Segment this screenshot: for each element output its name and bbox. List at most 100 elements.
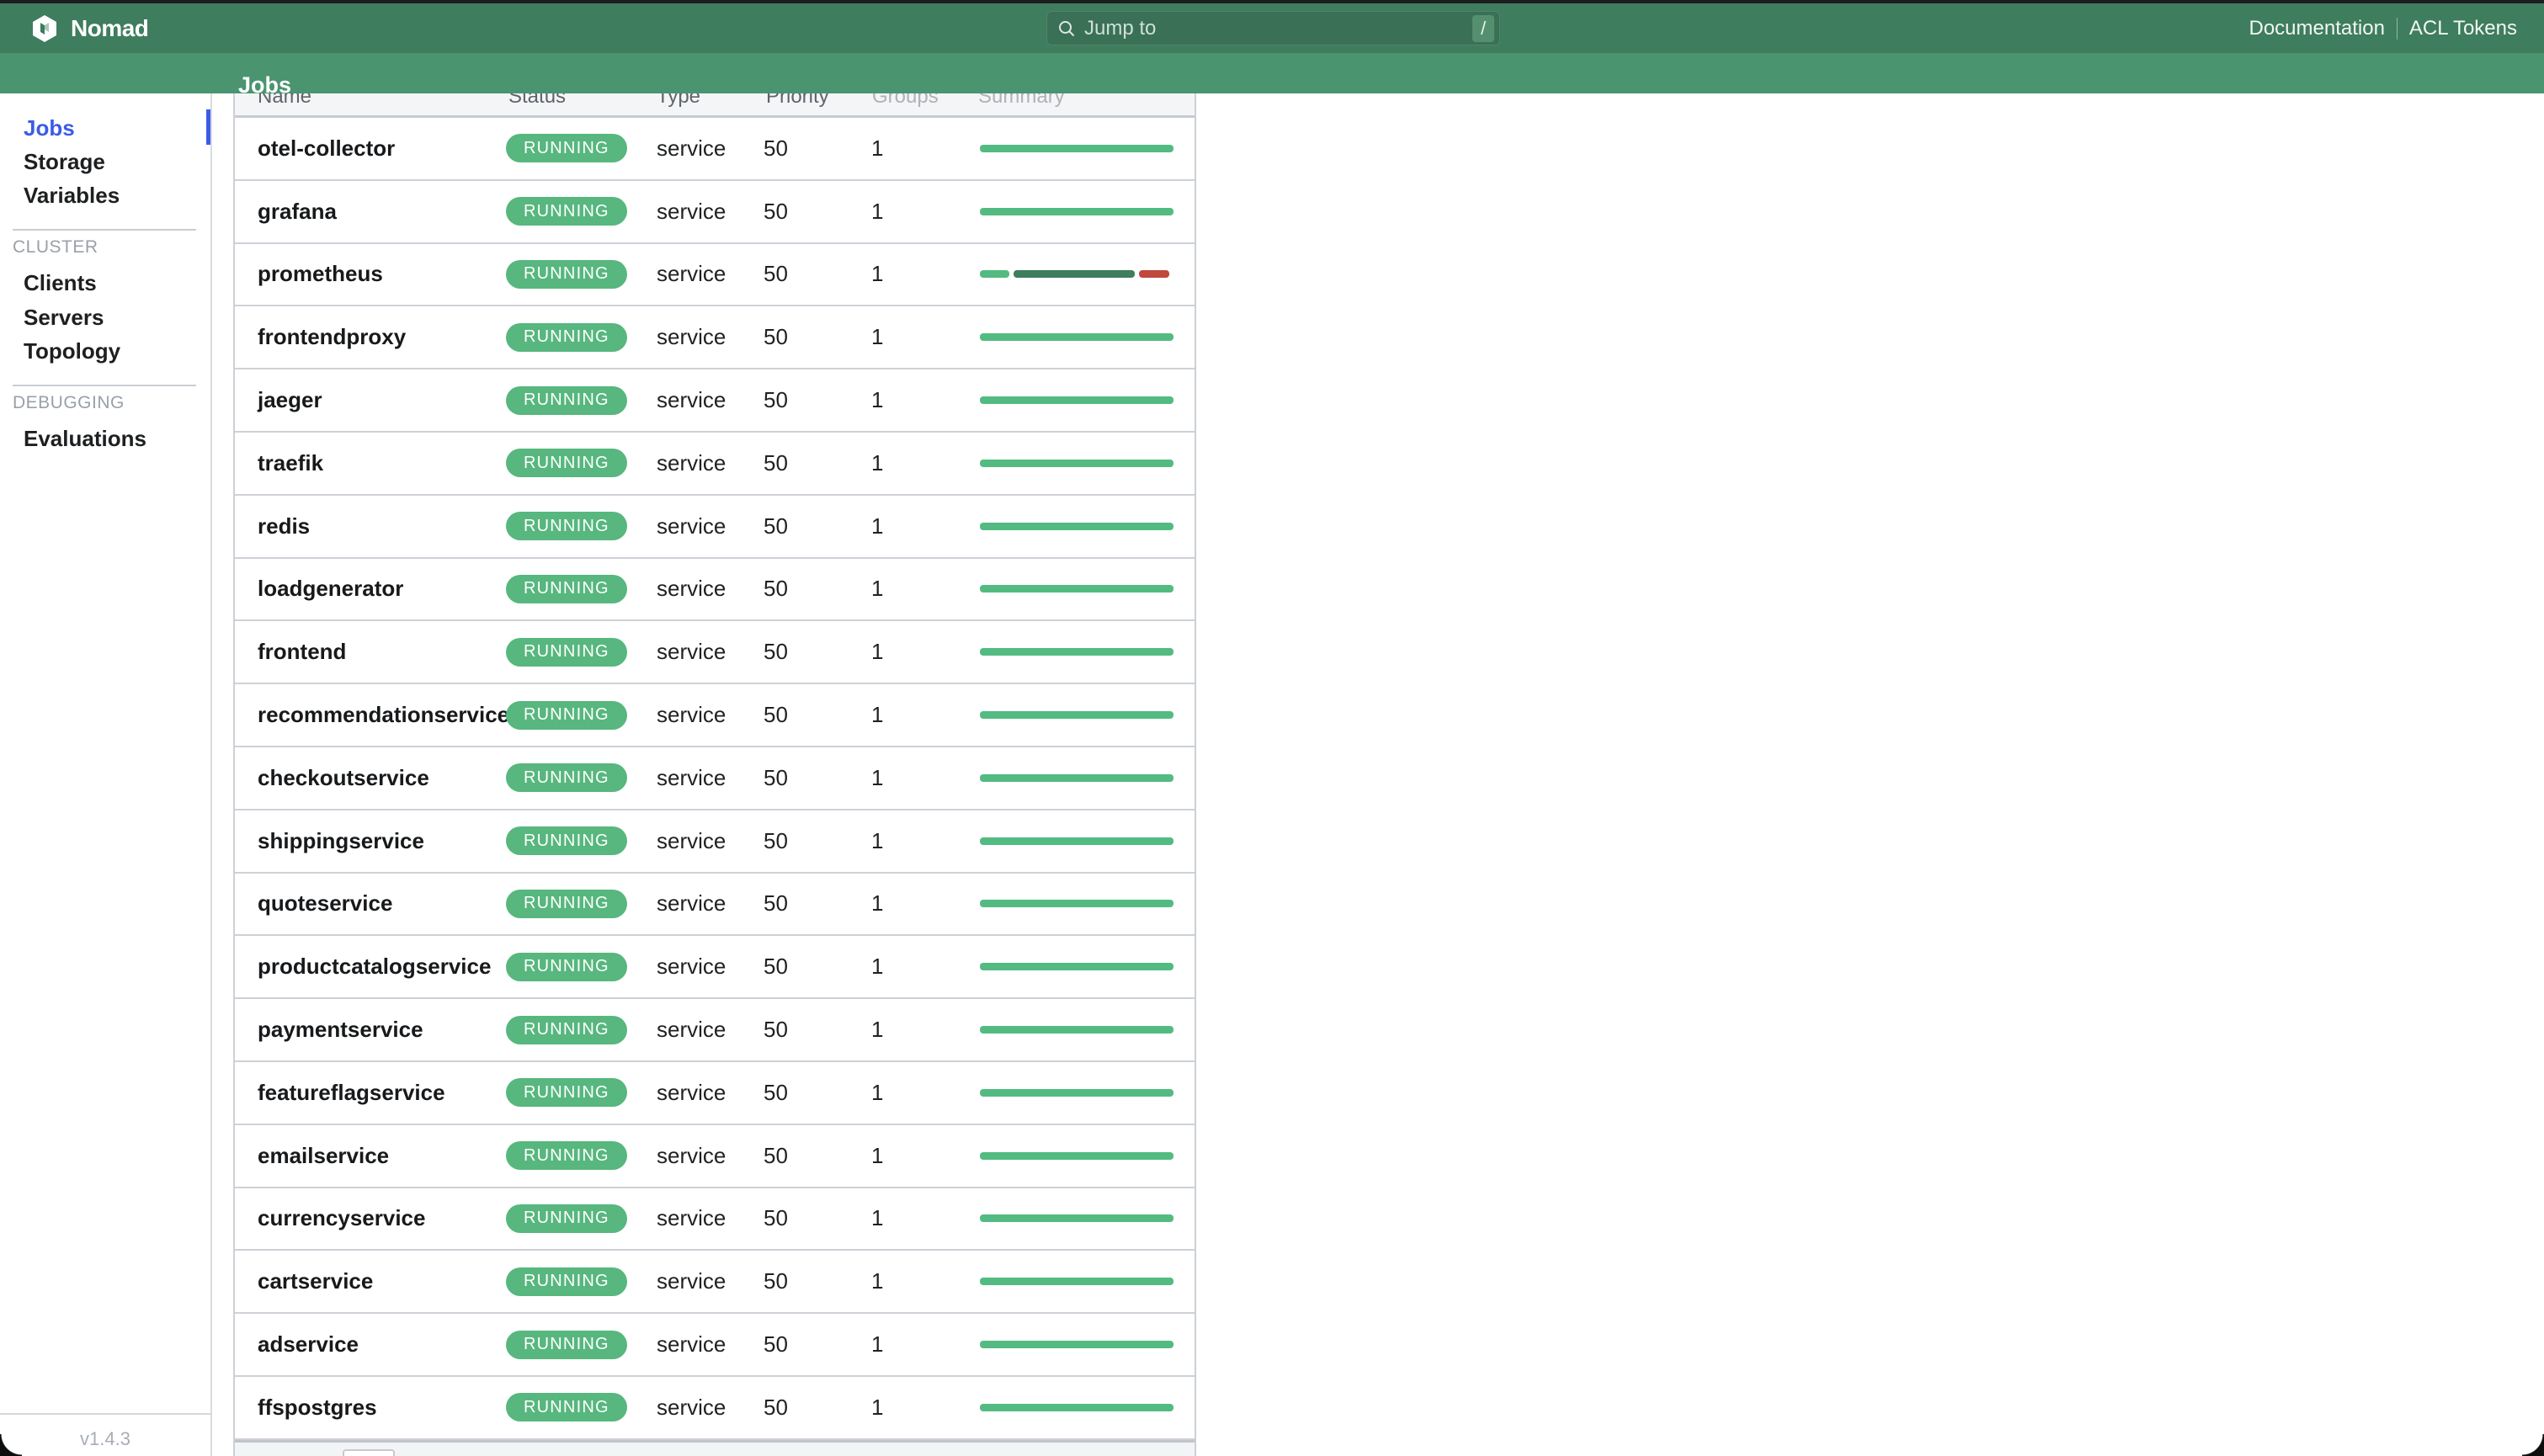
table-row[interactable]: loadgenerator RUNNING service 50 1 — [235, 559, 1195, 622]
table-row[interactable]: checkoutservice RUNNING service 50 1 — [235, 747, 1195, 810]
table-row[interactable]: jaeger RUNNING service 50 1 — [235, 369, 1195, 433]
table-row[interactable]: shippingservice RUNNING service 50 1 — [235, 810, 1195, 874]
sidebar-item-servers[interactable]: Servers — [24, 302, 104, 332]
job-groups: 1 — [871, 496, 883, 557]
job-name: cartservice — [258, 1251, 373, 1312]
sidebar-item-evaluations[interactable]: Evaluations — [24, 423, 146, 454]
summary-bar — [980, 333, 1174, 341]
job-priority: 50 — [764, 1251, 788, 1312]
job-priority: 50 — [764, 684, 788, 746]
job-name: jaeger — [258, 369, 322, 431]
summary-segment-running — [980, 774, 1174, 782]
jump-to-searchbox[interactable]: / — [1046, 11, 1500, 45]
table-row[interactable]: cartservice RUNNING service 50 1 — [235, 1251, 1195, 1314]
table-row[interactable]: otel-collector RUNNING service 50 1 — [235, 118, 1195, 181]
job-priority: 50 — [764, 496, 788, 557]
summary-segment-running — [980, 1026, 1174, 1034]
table-row[interactable]: adservice RUNNING service 50 1 — [235, 1314, 1195, 1377]
jobs-table-footer — [235, 1440, 1195, 1456]
table-row[interactable]: frontendproxy RUNNING service 50 1 — [235, 306, 1195, 369]
job-priority: 50 — [764, 306, 788, 368]
screen-corner — [2522, 1434, 2544, 1456]
jump-to-input[interactable] — [1076, 17, 1472, 40]
status-badge: RUNNING — [506, 197, 627, 226]
job-priority: 50 — [764, 369, 788, 431]
job-type: service — [657, 181, 726, 242]
summary-segment-running — [980, 396, 1174, 404]
job-type: service — [657, 369, 726, 431]
job-groups: 1 — [871, 621, 883, 683]
summary-segment-running — [980, 648, 1174, 656]
summary-bar — [980, 963, 1174, 970]
page-title: Jobs — [238, 72, 291, 98]
table-row[interactable]: currencyservice RUNNING service 50 1 — [235, 1188, 1195, 1251]
table-row[interactable]: featureflagservice RUNNING service 50 1 — [235, 1062, 1195, 1125]
sidebar-item-topology[interactable]: Topology — [24, 336, 120, 366]
job-priority: 50 — [764, 810, 788, 872]
summary-bar — [980, 837, 1174, 845]
table-row[interactable]: traefik RUNNING service 50 1 — [235, 433, 1195, 496]
job-groups: 1 — [871, 118, 883, 179]
job-priority: 50 — [764, 874, 788, 935]
job-groups: 1 — [871, 999, 883, 1060]
summary-segment-running — [980, 523, 1174, 530]
table-row[interactable]: quoteservice RUNNING service 50 1 — [235, 874, 1195, 937]
sidebar-item-clients[interactable]: Clients — [24, 268, 97, 298]
job-priority: 50 — [764, 1377, 788, 1438]
status-badge: RUNNING — [506, 323, 627, 352]
summary-segment-failed — [1139, 270, 1168, 278]
job-priority: 50 — [764, 433, 788, 494]
table-row[interactable]: productcatalogservice RUNNING service 50… — [235, 936, 1195, 999]
job-name: grafana — [258, 181, 337, 242]
top-links-divider — [2397, 18, 2398, 40]
job-priority: 50 — [764, 181, 788, 242]
summary-bar — [980, 523, 1174, 530]
job-name: emailservice — [258, 1125, 389, 1187]
job-name: frontendproxy — [258, 306, 406, 368]
table-row[interactable]: redis RUNNING service 50 1 — [235, 496, 1195, 559]
status-badge: RUNNING — [506, 701, 627, 730]
sidebar-item-storage[interactable]: Storage — [24, 146, 105, 177]
screen-corner — [0, 1434, 22, 1456]
summary-bar — [980, 1278, 1174, 1285]
table-row[interactable]: frontend RUNNING service 50 1 — [235, 621, 1195, 684]
job-groups: 1 — [871, 306, 883, 368]
job-groups: 1 — [871, 1188, 883, 1250]
job-type: service — [657, 1377, 726, 1438]
table-row[interactable]: recommendationservice RUNNING service 50… — [235, 684, 1195, 747]
summary-segment-running — [980, 1404, 1174, 1411]
job-type: service — [657, 999, 726, 1060]
sidebar-item-jobs[interactable]: Jobs — [24, 113, 75, 143]
summary-bar — [980, 1404, 1174, 1411]
summary-segment-running — [980, 837, 1174, 845]
job-groups: 1 — [871, 1377, 883, 1438]
status-badge: RUNNING — [506, 763, 627, 792]
job-groups: 1 — [871, 433, 883, 494]
table-row[interactable]: grafana RUNNING service 50 1 — [235, 181, 1195, 244]
documentation-link[interactable]: Documentation — [2249, 17, 2384, 40]
table-row[interactable]: emailservice RUNNING service 50 1 — [235, 1125, 1195, 1188]
nomad-home-link[interactable]: Nomad — [30, 3, 148, 53]
job-name: currencyservice — [258, 1188, 425, 1250]
table-row[interactable]: paymentservice RUNNING service 50 1 — [235, 999, 1195, 1062]
per-page-select[interactable] — [343, 1449, 395, 1456]
summary-bar — [980, 145, 1174, 152]
acl-tokens-link[interactable]: ACL Tokens — [2409, 17, 2517, 40]
job-name: quoteservice — [258, 874, 392, 935]
table-row[interactable]: prometheus RUNNING service 50 1 — [235, 244, 1195, 307]
job-groups: 1 — [871, 559, 883, 620]
table-row[interactable]: ffspostgres RUNNING service 50 1 — [235, 1377, 1195, 1440]
summary-bar — [980, 648, 1174, 656]
summary-segment-running — [980, 1089, 1174, 1097]
summary-segment-running — [980, 1341, 1174, 1348]
job-type: service — [657, 936, 726, 997]
status-badge: RUNNING — [506, 638, 627, 667]
jobs-table: Name Status Type Priority Groups Summary… — [233, 80, 1196, 1456]
job-name: shippingservice — [258, 810, 424, 872]
summary-bar — [980, 585, 1174, 592]
summary-segment-running — [980, 1152, 1174, 1160]
job-priority: 50 — [764, 244, 788, 306]
status-badge: RUNNING — [506, 1331, 627, 1359]
sidebar-item-variables[interactable]: Variables — [24, 180, 120, 210]
job-type: service — [657, 496, 726, 557]
